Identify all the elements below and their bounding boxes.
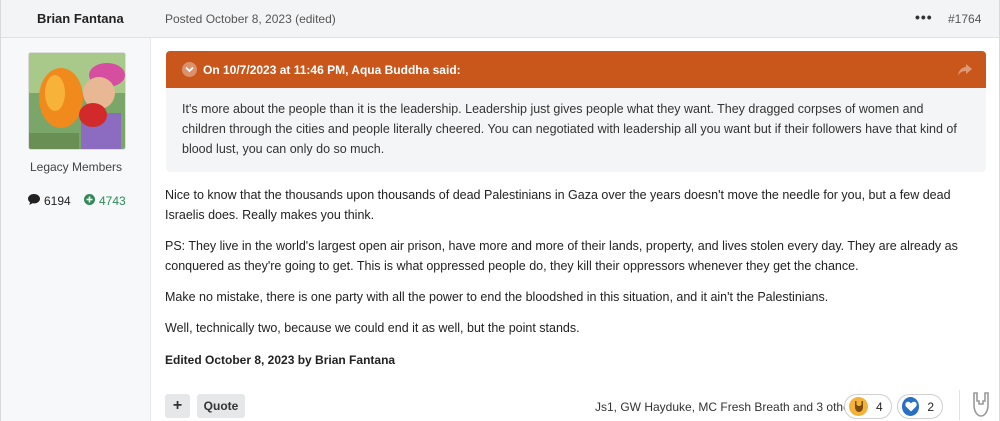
posted-date[interactable]: Posted October 8, 2023 (edited) bbox=[165, 12, 336, 26]
quote-text: It's more about the people than it is th… bbox=[182, 102, 957, 156]
post-header: Brian Fantana Posted October 8, 2023 (ed… bbox=[1, 0, 999, 38]
share-arrow-icon[interactable] bbox=[958, 63, 972, 81]
rock-horns-icon bbox=[849, 397, 868, 416]
post-paragraph: Nice to know that the thousands upon tho… bbox=[165, 188, 951, 222]
post-count: 6194 bbox=[28, 194, 71, 208]
post-paragraph: Well, technically two, because we could … bbox=[165, 321, 580, 335]
heart-icon bbox=[902, 397, 920, 416]
reactors-list[interactable]: Js1, GW Hayduke, MC Fresh Breath and 3 o… bbox=[595, 400, 860, 414]
reaction-rock-horns[interactable]: 4 bbox=[844, 394, 892, 419]
quote-block: On 10/7/2023 at 11:46 PM, Aqua Buddha sa… bbox=[166, 51, 986, 172]
member-group: Legacy Members bbox=[29, 160, 123, 174]
post-count-value: 6194 bbox=[44, 194, 71, 208]
reaction-count: 2 bbox=[927, 399, 934, 414]
reaction-heart[interactable]: 2 bbox=[897, 394, 943, 419]
chevron-down-icon[interactable] bbox=[182, 62, 197, 77]
post-number-link[interactable]: #1764 bbox=[948, 12, 981, 26]
edited-note: Edited October 8, 2023 by Brian Fantana bbox=[165, 353, 396, 367]
rock-horns-outline-icon[interactable] bbox=[970, 392, 992, 418]
quote-citation: On 10/7/2023 at 11:46 PM, Aqua Buddha sa… bbox=[203, 63, 461, 77]
post-paragraph: PS: They live in the world's largest ope… bbox=[165, 239, 958, 273]
avatar[interactable] bbox=[28, 52, 126, 150]
speech-bubble-icon bbox=[28, 194, 40, 208]
forum-post: Brian Fantana Posted October 8, 2023 (ed… bbox=[0, 0, 1000, 421]
quote-header[interactable]: On 10/7/2023 at 11:46 PM, Aqua Buddha sa… bbox=[166, 51, 986, 88]
quote-button[interactable]: Quote bbox=[197, 394, 245, 418]
reputation-value: 4743 bbox=[99, 194, 126, 208]
ellipsis-icon[interactable]: ••• bbox=[915, 9, 933, 25]
post-content: Nice to know that the thousands upon tho… bbox=[165, 185, 985, 349]
reputation: 4743 bbox=[84, 194, 126, 208]
multiquote-button[interactable]: + bbox=[165, 394, 190, 418]
reaction-count: 4 bbox=[876, 399, 883, 414]
plus-circle-icon bbox=[84, 194, 95, 208]
divider bbox=[959, 390, 960, 420]
post-paragraph: Make no mistake, there is one party with… bbox=[165, 290, 829, 304]
author-name-link[interactable]: Brian Fantana bbox=[37, 11, 124, 26]
author-panel: Legacy Members 6194 4743 bbox=[1, 38, 151, 421]
